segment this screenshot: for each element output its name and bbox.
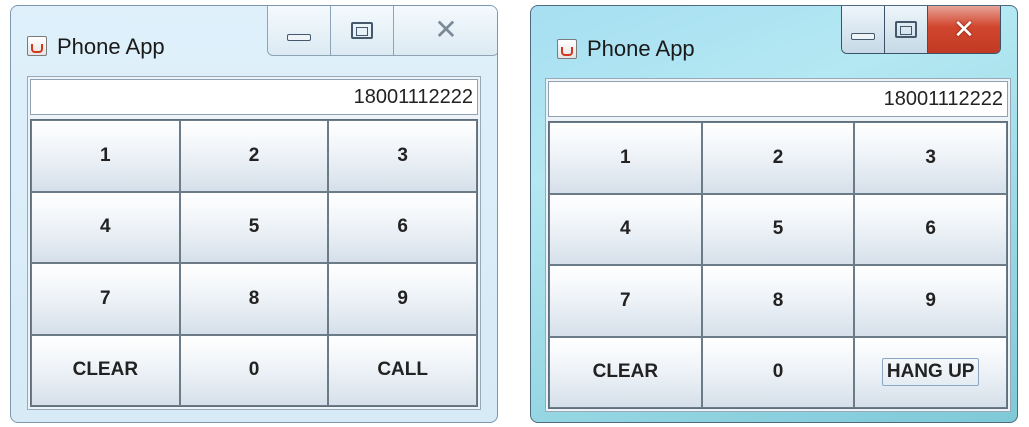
key-4[interactable]: 4 [549,193,702,265]
key-3[interactable]: 3 [854,122,1007,194]
key-8[interactable]: 8 [701,265,855,337]
maximize-icon [351,21,373,39]
key-5[interactable]: 5 [701,193,855,265]
phone-panel: 18001112222 1 2 3 4 5 6 7 8 9 CLEAR 0 CA… [27,76,481,410]
java-cup-icon[interactable] [27,36,47,56]
java-cup-icon[interactable] [557,39,577,59]
key-0[interactable]: 0 [179,334,329,406]
key-6[interactable]: 6 [328,191,477,263]
window-title: Phone App [57,34,165,59]
maximize-icon [895,20,917,38]
key-8[interactable]: 8 [179,263,329,335]
key-1[interactable]: 1 [549,122,702,194]
minimize-button[interactable] [268,6,331,55]
number-display[interactable]: 18001112222 [30,79,478,115]
title-bar[interactable]: Phone App ✕ [531,6,1017,72]
key-9[interactable]: 9 [328,263,477,335]
close-icon: ✕ [953,14,975,44]
key-5[interactable]: 5 [179,191,329,263]
minimize-icon [287,33,311,41]
call-button[interactable]: CALL [328,334,477,406]
keypad: 1 2 3 4 5 6 7 8 9 CLEAR 0 CALL [30,119,478,407]
minimize-button[interactable] [842,6,885,53]
close-icon: ✕ [434,14,458,45]
key-1[interactable]: 1 [31,120,180,192]
close-button[interactable]: ✕ [928,6,1000,53]
minimize-icon [851,32,875,40]
hang-up-label: HANG UP [881,358,980,387]
clear-button[interactable]: CLEAR [31,334,180,406]
window-title: Phone App [587,36,695,61]
phone-app-window-left: Phone App ✕ 18001112222 1 2 3 4 5 6 7 8 … [10,5,498,423]
key-2[interactable]: 2 [701,122,855,194]
keypad: 1 2 3 4 5 6 7 8 9 CLEAR 0 HANG UP [548,121,1008,409]
key-0[interactable]: 0 [701,336,855,408]
title-bar[interactable]: Phone App ✕ [11,6,497,72]
key-9[interactable]: 9 [854,265,1007,337]
key-7[interactable]: 7 [31,263,180,335]
clear-button[interactable]: CLEAR [549,336,702,408]
key-4[interactable]: 4 [31,191,180,263]
key-3[interactable]: 3 [328,120,477,192]
phone-app-window-right: Phone App ✕ 18001112222 1 2 3 4 5 6 7 8 … [530,5,1018,423]
close-button[interactable]: ✕ [394,6,497,55]
caption-buttons: ✕ [267,6,497,56]
key-6[interactable]: 6 [854,193,1007,265]
caption-buttons: ✕ [841,6,1001,54]
number-display[interactable]: 18001112222 [548,81,1008,117]
key-2[interactable]: 2 [179,120,329,192]
hang-up-button[interactable]: HANG UP [854,336,1007,408]
phone-panel: 18001112222 1 2 3 4 5 6 7 8 9 CLEAR 0 HA… [545,78,1011,412]
maximize-button[interactable] [885,6,928,53]
key-7[interactable]: 7 [549,265,702,337]
maximize-button[interactable] [331,6,394,55]
